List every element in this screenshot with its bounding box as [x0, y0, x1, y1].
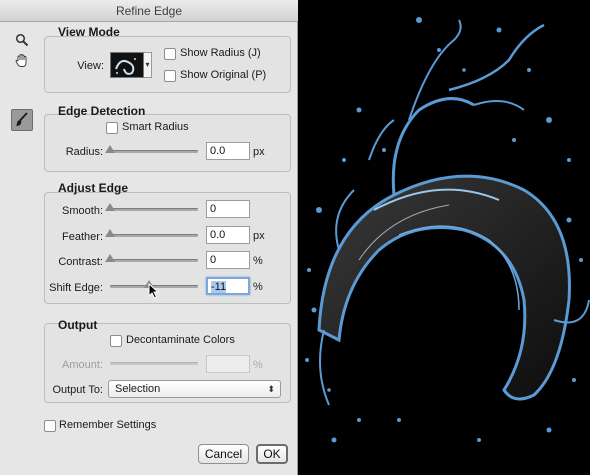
magnifier-icon [15, 33, 29, 50]
show-original-label: Show Original (P) [180, 69, 267, 81]
refine-edge-dialog: Refine Edge View Mode View: ▾ Show Radiu… [0, 0, 298, 475]
remember-settings-checkbox[interactable] [44, 420, 56, 432]
shift-edge-field[interactable]: -11 [206, 277, 250, 295]
contrast-slider-thumb[interactable] [105, 254, 115, 262]
smart-radius-checkbox[interactable] [106, 122, 118, 134]
show-radius-label: Show Radius (J) [180, 47, 261, 59]
water-splash-image [305, 17, 590, 443]
preview-canvas[interactable] [299, 0, 590, 475]
radius-slider-thumb[interactable] [105, 145, 115, 153]
amount-slider[interactable] [110, 362, 198, 365]
smooth-field[interactable]: 0 [206, 200, 250, 218]
smooth-slider[interactable] [110, 208, 198, 211]
smart-radius-label: Smart Radius [122, 121, 189, 133]
radius-slider[interactable] [110, 150, 198, 153]
feather-slider[interactable] [110, 234, 198, 237]
contrast-slider[interactable] [110, 259, 198, 262]
feather-field[interactable]: 0.0 [206, 226, 250, 244]
view-mode-thumbnail[interactable] [110, 52, 144, 78]
output-title: Output [58, 318, 98, 332]
shift-edge-label: Shift Edge: [49, 282, 103, 294]
dialog-title: Refine Edge [0, 0, 298, 22]
output-to-select[interactable]: Selection ⬍ [108, 380, 281, 398]
decontaminate-colors-label: Decontaminate Colors [126, 334, 235, 346]
feather-unit: px [253, 230, 265, 242]
radius-unit: px [253, 146, 265, 158]
view-label: View: [77, 60, 104, 72]
amount-label: Amount: [62, 359, 103, 371]
radius-label: Radius: [65, 146, 103, 158]
remember-settings-label: Remember Settings [59, 419, 157, 431]
show-radius-checkbox[interactable] [164, 48, 176, 60]
zoom-tool-button[interactable] [12, 31, 32, 51]
output-to-value: Selection [115, 383, 161, 395]
smooth-slider-thumb[interactable] [105, 203, 115, 211]
radius-field[interactable]: 0.0 [206, 142, 250, 160]
shift-edge-value: -11 [211, 281, 227, 293]
decontaminate-colors-checkbox[interactable] [110, 335, 122, 347]
output-to-label: Output To: [52, 384, 103, 396]
hand-icon [15, 53, 29, 71]
refine-radius-tool-button[interactable] [11, 109, 33, 131]
contrast-field[interactable]: 0 [206, 251, 250, 269]
amount-field[interactable] [206, 355, 250, 373]
smooth-label: Smooth: [62, 205, 103, 217]
edge-detection-title: Edge Detection [58, 104, 146, 118]
feather-label: Feather: [62, 231, 103, 243]
contrast-label: Contrast: [58, 256, 103, 268]
cancel-button[interactable]: Cancel [198, 444, 249, 464]
contrast-unit: % [253, 255, 263, 267]
feather-slider-thumb[interactable] [105, 229, 115, 237]
pointer-cursor-icon [148, 282, 160, 302]
chevron-down-icon: ▾ [145, 60, 150, 69]
shift-edge-unit: % [253, 281, 263, 293]
amount-unit: % [253, 359, 263, 371]
view-mode-dropdown[interactable]: ▾ [144, 52, 152, 78]
hand-tool-button[interactable] [12, 52, 32, 72]
brush-icon [14, 111, 30, 130]
updown-arrows-icon: ⬍ [267, 384, 275, 394]
ok-button[interactable]: OK [256, 444, 288, 464]
adjust-edge-title: Adjust Edge [58, 181, 129, 195]
show-original-checkbox[interactable] [164, 70, 176, 82]
view-mode-title: View Mode [58, 25, 120, 39]
